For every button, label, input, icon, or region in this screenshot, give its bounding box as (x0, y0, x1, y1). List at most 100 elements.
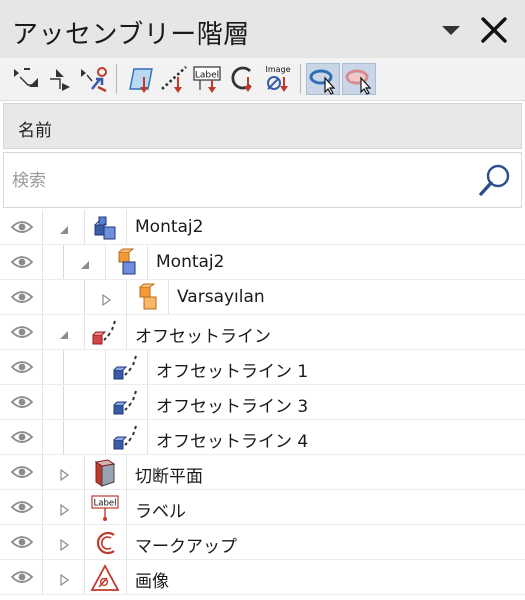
visibility-eye-icon[interactable] (10, 568, 34, 586)
config-icon (132, 283, 162, 313)
tree-row[interactable]: Montaj2 (0, 245, 525, 280)
tree-row[interactable]: Label ラベル (0, 490, 525, 525)
icon-column-divider (84, 490, 85, 525)
triangle-down-icon[interactable] (438, 20, 464, 40)
visibility-eye-icon[interactable] (10, 463, 34, 481)
title-bar: アッセンブリー階層 (0, 0, 525, 58)
offset-line-icon (90, 318, 120, 348)
icon-column-divider (84, 455, 85, 490)
expand-arrow-icon[interactable] (100, 291, 112, 307)
image-icon[interactable]: Image (262, 63, 294, 95)
collapse-arrow-icon[interactable] (58, 221, 70, 234)
panel-title: アッセンブリー階層 (12, 20, 250, 50)
visibility-eye-icon[interactable] (10, 428, 34, 446)
tree-gutter-divider (42, 350, 43, 385)
tree-gutter-divider (42, 245, 43, 280)
tree-row[interactable]: 画像 (0, 560, 525, 595)
assembly-hierarchy-panel: アッセンブリー階層 Label Image 名前 検索 Montaj2 Mont… (0, 0, 525, 600)
label-icon[interactable]: Label (192, 63, 224, 95)
icon-column-divider (126, 525, 127, 560)
plane-icon[interactable] (124, 63, 156, 95)
visibility-eye-icon[interactable] (10, 498, 34, 516)
tree-row[interactable]: 切断平面 (0, 455, 525, 490)
visibility-eye-icon[interactable] (10, 218, 34, 236)
tree-node-label: マークアップ (135, 537, 237, 557)
visibility-eye-icon[interactable] (10, 358, 34, 376)
search-input[interactable] (10, 165, 454, 197)
icon-column-divider (147, 385, 148, 420)
offset-line-icon (111, 353, 141, 383)
tree-node-label: Varsayılan (177, 287, 265, 307)
toolbar: Label Image (0, 58, 525, 101)
select-icon[interactable] (306, 63, 340, 95)
visibility-eye-icon[interactable] (10, 323, 34, 341)
visibility-eye-icon[interactable] (10, 253, 34, 271)
tree-row[interactable]: オフセットライン (0, 315, 525, 350)
icon-column-divider (147, 245, 148, 280)
image-icon (90, 563, 120, 593)
markup-icon (90, 528, 120, 558)
icon-column-divider (105, 385, 106, 420)
search-icon[interactable] (476, 161, 514, 199)
tree-node-label: オフセットライン 4 (156, 432, 309, 452)
visibility-eye-icon[interactable] (10, 393, 34, 411)
offset-line-icon (111, 423, 141, 453)
tree-row[interactable]: オフセットライン 1 (0, 350, 525, 385)
assembly-icon (90, 213, 120, 243)
tree-gutter-divider (42, 560, 43, 595)
close-icon[interactable] (478, 14, 510, 46)
tree-node-label: オフセットライン 3 (156, 397, 309, 417)
deselect-icon[interactable] (342, 63, 376, 95)
subassembly-icon (111, 248, 141, 278)
tree-gutter-divider (42, 490, 43, 525)
tree-gutter-divider (42, 280, 43, 315)
icon-column-divider (105, 245, 106, 280)
tree-row[interactable]: マークアップ (0, 525, 525, 560)
collapse-all-icon[interactable] (44, 63, 76, 95)
row-divider (0, 594, 525, 595)
expand-arrow-icon[interactable] (58, 501, 70, 517)
icon-column-divider (84, 525, 85, 560)
tree-gutter-divider (42, 210, 43, 245)
icon-column-divider (126, 560, 127, 595)
svg-text:Label: Label (195, 71, 219, 81)
assembly-tree: Montaj2 Montaj2 Varsayılan オフセットラインオフセットライン… (0, 210, 525, 600)
icon-column-divider (105, 350, 106, 385)
tree-gutter-divider (42, 455, 43, 490)
icon-column-divider (126, 315, 127, 350)
collapse-arrow-icon[interactable] (58, 326, 70, 339)
markup-icon[interactable] (226, 63, 258, 95)
offset-line-icon[interactable] (158, 63, 190, 95)
tree-row[interactable]: オフセットライン 4 (0, 420, 525, 455)
tree-row[interactable]: Montaj2 (0, 210, 525, 245)
tree-node-label: 切断平面 (135, 467, 203, 487)
expand-arrow-icon[interactable] (58, 466, 70, 482)
visibility-eye-icon[interactable] (10, 288, 34, 306)
toolbar-separator (116, 64, 117, 94)
icon-column-divider (105, 420, 106, 455)
collapse-arrow-icon[interactable] (79, 256, 91, 269)
icon-column-divider (126, 210, 127, 245)
tree-settings-icon[interactable] (78, 63, 110, 95)
expand-arrow-icon[interactable] (58, 571, 70, 587)
tree-gutter-divider (42, 525, 43, 560)
visibility-eye-icon[interactable] (10, 533, 34, 551)
tree-node-label: オフセットライン (135, 327, 271, 347)
tree-node-label: Montaj2 (135, 217, 204, 237)
column-header-name[interactable]: 名前 (3, 103, 522, 149)
tree-gutter-divider (42, 420, 43, 455)
svg-text:Image: Image (265, 65, 290, 74)
tree-row[interactable]: Varsayılan (0, 280, 525, 315)
icon-column-divider (147, 420, 148, 455)
icon-column-divider (84, 315, 85, 350)
tree-node-label: Montaj2 (156, 252, 225, 272)
tree-row[interactable]: オフセットライン 3 (0, 385, 525, 420)
expand-all-icon[interactable] (10, 63, 42, 95)
tree-node-label: オフセットライン 1 (156, 362, 309, 382)
expand-arrow-icon[interactable] (58, 536, 70, 552)
icon-column-divider (147, 350, 148, 385)
tree-gutter-divider (42, 385, 43, 420)
tree-node-label: 画像 (135, 572, 169, 592)
cutting-plane-icon (90, 458, 120, 488)
search-box (3, 152, 522, 208)
